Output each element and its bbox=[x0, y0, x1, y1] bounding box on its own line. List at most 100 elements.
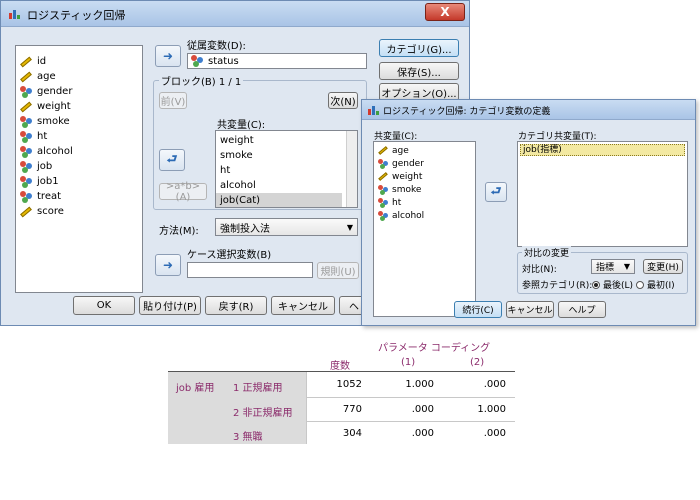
list-item[interactable]: alcohol bbox=[20, 144, 73, 159]
next-block-button[interactable]: 次(N) bbox=[328, 92, 358, 109]
param-coding-header: パラメータ コーディング bbox=[378, 343, 491, 354]
contrast-label: 対比(N): bbox=[522, 265, 557, 275]
list-item[interactable]: gender bbox=[20, 84, 72, 99]
scrollbar[interactable] bbox=[346, 131, 357, 207]
nominal-icon bbox=[20, 160, 32, 173]
list-item-label: ht bbox=[220, 165, 231, 176]
selection-field[interactable] bbox=[187, 262, 313, 278]
list-item-label: smoke bbox=[37, 116, 70, 127]
list-item[interactable]: weight bbox=[216, 133, 342, 148]
ref-last-label: 最後(L) bbox=[603, 281, 634, 291]
list-item[interactable]: ht bbox=[216, 163, 342, 178]
variable-list[interactable]: id age gender weight smoke ht alcohol job job1 tr… bbox=[15, 45, 143, 293]
save-button[interactable]: 保存(S)... bbox=[379, 62, 459, 80]
nominal-icon bbox=[378, 184, 388, 195]
move-to-categorical-button[interactable]: ⮐ bbox=[485, 182, 507, 202]
coding-cell: .000 bbox=[483, 428, 506, 439]
list-item[interactable]: smoke bbox=[378, 183, 421, 196]
list-item[interactable]: age bbox=[20, 69, 56, 84]
list-item[interactable]: alcohol bbox=[216, 178, 342, 193]
arrow-right-icon: ➜ bbox=[162, 258, 174, 272]
list-item-label: weight bbox=[37, 101, 71, 112]
list-item[interactable]: ht bbox=[20, 129, 47, 144]
dialog-title: ロジスティック回帰: カテゴリ変数の定義 bbox=[383, 107, 551, 117]
ruler-icon bbox=[20, 56, 32, 68]
list-item[interactable]: gender bbox=[378, 157, 424, 170]
ok-button[interactable]: OK bbox=[73, 296, 135, 315]
title-bar: ロジスティック回帰 X bbox=[1, 1, 469, 27]
row-label: 1 正規雇用 bbox=[233, 383, 283, 394]
radio-selected-icon bbox=[592, 280, 600, 289]
arrow-left-icon: ⮐ bbox=[166, 151, 178, 166]
previous-block-button[interactable]: 前(V) bbox=[159, 92, 187, 109]
nominal-icon bbox=[20, 145, 32, 158]
title-bar: ロジスティック回帰: カテゴリ変数の定義 bbox=[362, 100, 695, 120]
arrow-left-icon: ⮐ bbox=[490, 183, 502, 198]
list-item[interactable]: id bbox=[20, 54, 46, 69]
dialog-title: ロジスティック回帰 bbox=[27, 9, 126, 22]
covariates-list[interactable]: weight smoke ht alcohol job(Cat) bbox=[215, 130, 358, 208]
covariates-label: 共変量(C): bbox=[217, 120, 266, 131]
ref-last-radio[interactable]: 最後(L) bbox=[592, 278, 633, 291]
coding-cell: 1.000 bbox=[477, 404, 506, 415]
nominal-icon bbox=[20, 115, 32, 128]
list-item[interactable]: job1 bbox=[20, 174, 59, 189]
covariates-list[interactable]: age gender weight smoke ht alcohol bbox=[373, 141, 476, 317]
cancel-button[interactable]: キャンセル bbox=[271, 296, 335, 315]
rule-button[interactable]: 規則(U) bbox=[317, 262, 359, 279]
list-item-label: weight bbox=[392, 171, 423, 182]
list-item[interactable]: score bbox=[20, 204, 64, 219]
list-item[interactable]: ht bbox=[378, 196, 401, 209]
block-label: ブロック(B) 1 / 1 bbox=[159, 73, 244, 88]
ruler-icon bbox=[20, 101, 32, 113]
freq-cell: 770 bbox=[342, 404, 362, 415]
paste-button[interactable]: 貼り付け(P) bbox=[139, 296, 201, 315]
ruler-icon bbox=[20, 71, 32, 83]
move-to-covariates-button[interactable]: ⮐ bbox=[159, 149, 185, 171]
list-item[interactable]: weight bbox=[378, 170, 422, 183]
app-icon bbox=[7, 7, 21, 21]
dependent-field[interactable]: status bbox=[187, 53, 367, 69]
app-icon bbox=[366, 103, 380, 117]
list-item[interactable]: smoke bbox=[20, 114, 70, 129]
method-select[interactable]: 強制投入法 ▼ bbox=[215, 218, 358, 236]
categorical-button[interactable]: カテゴリ(G)... bbox=[379, 39, 459, 57]
list-item[interactable]: job bbox=[20, 159, 52, 174]
list-item[interactable]: weight bbox=[20, 99, 71, 114]
chevron-down-icon: ▼ bbox=[623, 262, 630, 271]
ref-first-label: 最初(I) bbox=[647, 281, 675, 291]
method-label: 方法(M): bbox=[159, 226, 199, 237]
list-item[interactable]: treat bbox=[20, 189, 61, 204]
list-item[interactable]: job(指標) bbox=[520, 144, 685, 156]
move-to-selection-button[interactable]: ➜ bbox=[155, 254, 181, 276]
ref-first-radio[interactable]: 最初(I) bbox=[636, 278, 675, 291]
list-item-label: score bbox=[37, 206, 64, 217]
method-value: 強制投入法 bbox=[220, 223, 270, 235]
interaction-button[interactable]: >a*b>(A) bbox=[159, 181, 207, 203]
row-divider bbox=[306, 421, 515, 422]
list-item[interactable]: alcohol bbox=[378, 209, 424, 222]
list-item[interactable]: age bbox=[378, 144, 409, 157]
close-button[interactable]: X bbox=[425, 3, 465, 21]
ruler-icon bbox=[378, 171, 388, 182]
list-item-label: job bbox=[37, 161, 53, 172]
categorical-covariates-list[interactable]: job(指標) bbox=[517, 141, 688, 247]
help-button[interactable]: ヘルプ bbox=[558, 301, 606, 318]
nominal-icon bbox=[378, 158, 388, 169]
dependent-label: 従属変数(D): bbox=[187, 41, 246, 52]
column-2-header: (2) bbox=[470, 357, 485, 368]
move-to-dependent-button[interactable]: ➜ bbox=[155, 45, 181, 67]
list-item[interactable]: job(Cat) bbox=[216, 193, 342, 207]
row-divider bbox=[306, 397, 515, 398]
list-item[interactable]: smoke bbox=[216, 148, 342, 163]
ruler-icon bbox=[378, 145, 388, 156]
cancel-button[interactable]: キャンセル bbox=[506, 301, 554, 318]
variable-label: job 雇用 bbox=[176, 383, 215, 394]
list-item-label: id bbox=[37, 56, 47, 67]
continue-button[interactable]: 続行(C) bbox=[454, 301, 502, 318]
change-button[interactable]: 変更(H) bbox=[643, 259, 683, 274]
reset-button[interactable]: 戻す(R) bbox=[205, 296, 267, 315]
list-item-label: treat bbox=[37, 191, 62, 202]
contrast-select[interactable]: 指標 ▼ bbox=[591, 259, 635, 274]
list-item-label: gender bbox=[37, 86, 73, 97]
